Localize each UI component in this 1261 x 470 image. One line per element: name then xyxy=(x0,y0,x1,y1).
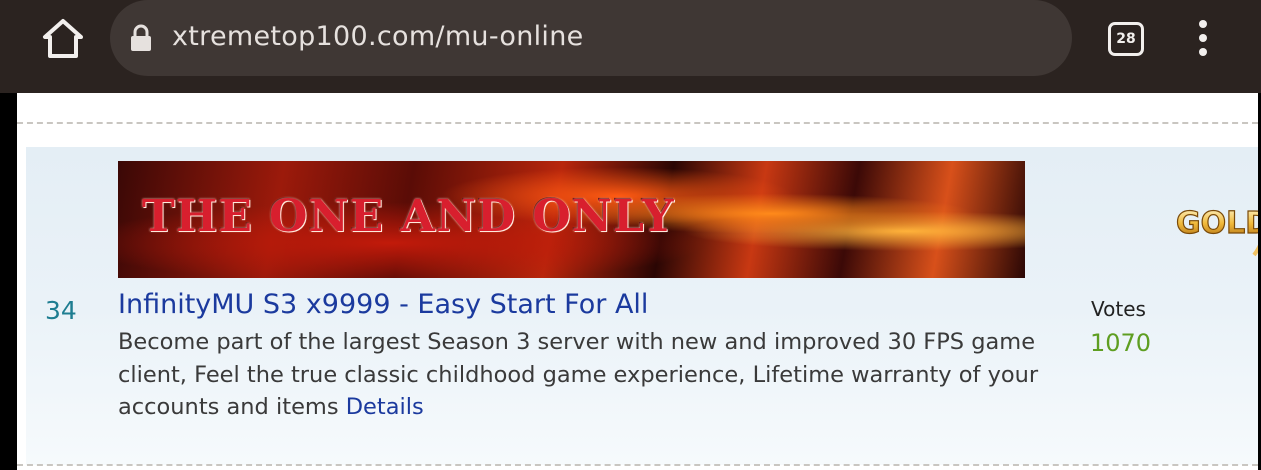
details-link[interactable]: Details xyxy=(346,394,424,420)
server-rank: 34 xyxy=(45,296,77,325)
banner-title: THE ONE AND ONLY xyxy=(142,191,675,242)
gold-badge-text: GOLD xyxy=(1176,206,1261,241)
divider xyxy=(17,122,1258,124)
home-button[interactable] xyxy=(38,16,88,62)
server-description: Become part of the largest Season 3 serv… xyxy=(118,326,1068,424)
server-banner[interactable]: THE ONE AND ONLY xyxy=(118,161,1025,278)
gold-badge: GOLD xyxy=(1175,183,1261,257)
menu-dot xyxy=(1199,20,1207,28)
menu-dot xyxy=(1199,48,1207,56)
menu-dot xyxy=(1199,34,1207,42)
server-title-link[interactable]: InfinityMU S3 x9999 - Easy Start For All xyxy=(118,289,648,320)
lock-icon xyxy=(131,24,151,51)
screen: xtremetop100.com/mu-online 28 THE ONE AN… xyxy=(0,0,1261,470)
divider xyxy=(17,464,1258,466)
votes-label: Votes xyxy=(1091,297,1146,321)
description-text: Become part of the largest Season 3 serv… xyxy=(118,329,1039,420)
tab-switcher-button[interactable]: 28 xyxy=(1104,18,1148,58)
more-vert-icon[interactable] xyxy=(1188,18,1218,58)
tab-switcher-icon: 28 xyxy=(1108,22,1144,56)
browser-toolbar: xtremetop100.com/mu-online 28 xyxy=(0,0,1261,93)
home-icon xyxy=(43,19,83,58)
address-bar[interactable]: xtremetop100.com/mu-online xyxy=(110,0,1072,76)
server-listing: THE ONE AND ONLY GOLD 34 InfinityMU S3 x… xyxy=(26,147,1261,465)
url-text: xtremetop100.com/mu-online xyxy=(172,21,584,52)
votes-count: 1070 xyxy=(1090,329,1152,357)
web-page: THE ONE AND ONLY GOLD 34 InfinityMU S3 x… xyxy=(17,93,1261,470)
